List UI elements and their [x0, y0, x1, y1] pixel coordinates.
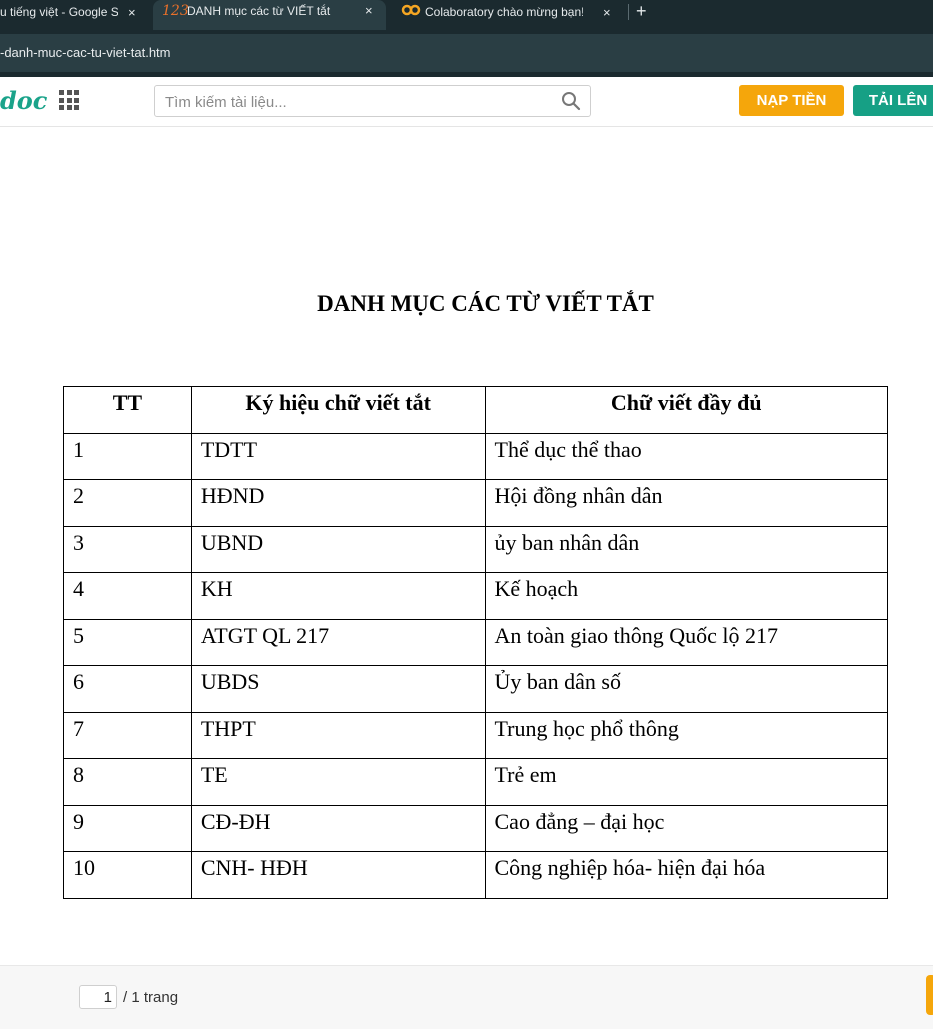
cell-full-text: Thể dục thể thao: [484, 432, 888, 480]
cell-abbreviation: TE: [190, 758, 486, 806]
cell-full-text: Ủy ban dân số: [484, 665, 888, 713]
cell-number: 4: [63, 572, 192, 620]
tab-divider: [628, 4, 629, 20]
cell-full-text: Công nghiệp hóa- hiện đại hóa: [484, 851, 888, 899]
site-favicon-icon: 123: [162, 3, 189, 19]
browser-tab-active[interactable]: 123 DANH mục các từ VIẾT tắt ×: [153, 0, 386, 30]
table-header-row: TT Ký hiệu chữ viết tắt Chữ viết đầy đủ: [63, 386, 888, 434]
header-full-text: Chữ viết đầy đủ: [484, 386, 888, 434]
tab-title: Colaboratory chào mừng bạn! -: [425, 5, 583, 19]
cell-number: 2: [63, 479, 192, 527]
browser-tab-colab[interactable]: Colaboratory chào mừng bạn! - ×: [393, 0, 623, 24]
table-row: 1 TDTT Thể dục thể thao: [63, 432, 888, 480]
search-input[interactable]: [163, 90, 547, 114]
url-text[interactable]: -danh-muc-cac-tu-viet-tat.htm: [0, 45, 171, 60]
cell-abbreviation: CĐ-ĐH: [190, 804, 486, 852]
table-row: 9 CĐ-ĐH Cao đẳng – đại học: [63, 804, 888, 852]
cell-abbreviation: UBDS: [190, 665, 486, 713]
address-bar[interactable]: -danh-muc-cac-tu-viet-tat.htm: [0, 34, 933, 72]
upload-button[interactable]: TẢI LÊN: [853, 85, 933, 116]
abbreviation-table: TT Ký hiệu chữ viết tắt Chữ viết đầy đủ …: [63, 386, 888, 899]
cell-number: 3: [63, 525, 192, 573]
cell-abbreviation: HĐND: [190, 479, 486, 527]
table-row: 3 UBND ủy ban nhân dân: [63, 525, 888, 573]
page-navigation-bar: / 1 trang: [0, 965, 933, 1029]
cell-number: 9: [63, 804, 192, 852]
tab-close-icon[interactable]: ×: [603, 5, 611, 20]
browser-tab-google[interactable]: u tiếng việt - Google S ×: [0, 0, 152, 24]
header-abbreviation: Ký hiệu chữ viết tắt: [190, 386, 486, 434]
document-title: DANH MỤC CÁC TỪ VIẾT TẮT: [317, 291, 654, 316]
new-tab-button[interactable]: +: [636, 0, 647, 22]
tab-close-icon[interactable]: ×: [128, 5, 136, 20]
table-row: 7 THPT Trung học phổ thông: [63, 711, 888, 759]
cell-abbreviation: CNH- HĐH: [190, 851, 486, 899]
table-row: 8 TE Trẻ em: [63, 758, 888, 806]
cell-number: 8: [63, 758, 192, 806]
search-box[interactable]: [154, 85, 591, 117]
cell-abbreviation: THPT: [190, 711, 486, 759]
cell-abbreviation: TDTT: [190, 432, 486, 480]
header-tt: TT: [63, 386, 192, 434]
search-icon[interactable]: [561, 91, 581, 111]
table-row: 10 CNH- HĐH Công nghiệp hóa- hiện đại hóa: [63, 851, 888, 899]
table-row: 5 ATGT QL 217 An toàn giao thông Quốc lộ 2…: [63, 618, 888, 666]
table-row: 6 UBDS Ủy ban dân số: [63, 665, 888, 713]
cell-number: 5: [63, 618, 192, 666]
tab-title: DANH mục các từ VIẾT tắt: [187, 4, 331, 18]
tab-title: u tiếng việt - Google S: [0, 5, 118, 19]
site-header: doc NẠP TIỀN TẢI LÊN: [0, 77, 933, 127]
table-row: 2 HĐND Hội đồng nhân dân: [63, 479, 888, 527]
cell-abbreviation: KH: [190, 572, 486, 620]
cell-full-text: Hội đồng nhân dân: [484, 479, 888, 527]
cell-number: 1: [63, 432, 192, 480]
tab-close-icon[interactable]: ×: [365, 3, 373, 18]
cell-full-text: Cao đẳng – đại học: [484, 804, 888, 852]
colab-icon: [401, 3, 421, 19]
table-row: 4 KH Kế hoạch: [63, 572, 888, 620]
cell-full-text: Trung học phổ thông: [484, 711, 888, 759]
page-number-input[interactable]: [79, 985, 117, 1009]
cell-abbreviation: UBND: [190, 525, 486, 573]
cell-number: 10: [63, 851, 192, 899]
browser-tab-strip: u tiếng việt - Google S × 123 DANH mục c…: [0, 0, 933, 34]
apps-grid-icon[interactable]: [59, 90, 79, 110]
site-logo[interactable]: doc: [0, 86, 47, 115]
page-total-label: / 1 trang: [123, 989, 179, 1006]
cell-abbreviation: ATGT QL 217: [190, 618, 486, 666]
top-up-button[interactable]: NẠP TIỀN: [739, 85, 844, 116]
footer-action-button[interactable]: [926, 975, 933, 1015]
cell-full-text: Kế hoạch: [484, 572, 888, 620]
cell-number: 7: [63, 711, 192, 759]
cell-full-text: An toàn giao thông Quốc lộ 217: [484, 618, 888, 666]
cell-number: 6: [63, 665, 192, 713]
cell-full-text: ủy ban nhân dân: [484, 525, 888, 573]
cell-full-text: Trẻ em: [484, 758, 888, 806]
